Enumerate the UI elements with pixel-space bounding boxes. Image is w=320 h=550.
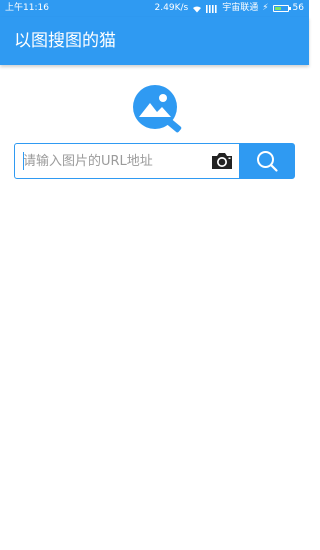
network-speed: 2.49K/s (154, 3, 189, 13)
text-cursor (23, 152, 24, 170)
search-bar (14, 143, 295, 179)
search-button[interactable] (239, 144, 294, 178)
status-bar: 上午11:16 2.49K/s 宇宙联通 ⚡ 56 (0, 0, 309, 17)
app-bar: 以图搜图的猫 (0, 17, 309, 65)
signal-bars-icon (206, 4, 217, 13)
wifi-icon (193, 5, 202, 12)
carrier-name: 宇宙联通 (222, 3, 259, 13)
battery-fill (274, 7, 282, 10)
status-right-group: 2.49K/s 宇宙联通 ⚡ 56 (155, 0, 304, 17)
charging-bolt-icon: ⚡ (262, 3, 269, 13)
page-title: 以图搜图的猫 (14, 31, 116, 51)
status-time: 上午11:16 (5, 3, 49, 13)
battery-icon (272, 5, 291, 12)
camera-icon[interactable] (210, 151, 234, 171)
url-input[interactable] (15, 144, 217, 178)
search-icon (256, 151, 278, 172)
battery-level: 56 (292, 3, 304, 13)
image-search-logo-icon (133, 85, 182, 133)
